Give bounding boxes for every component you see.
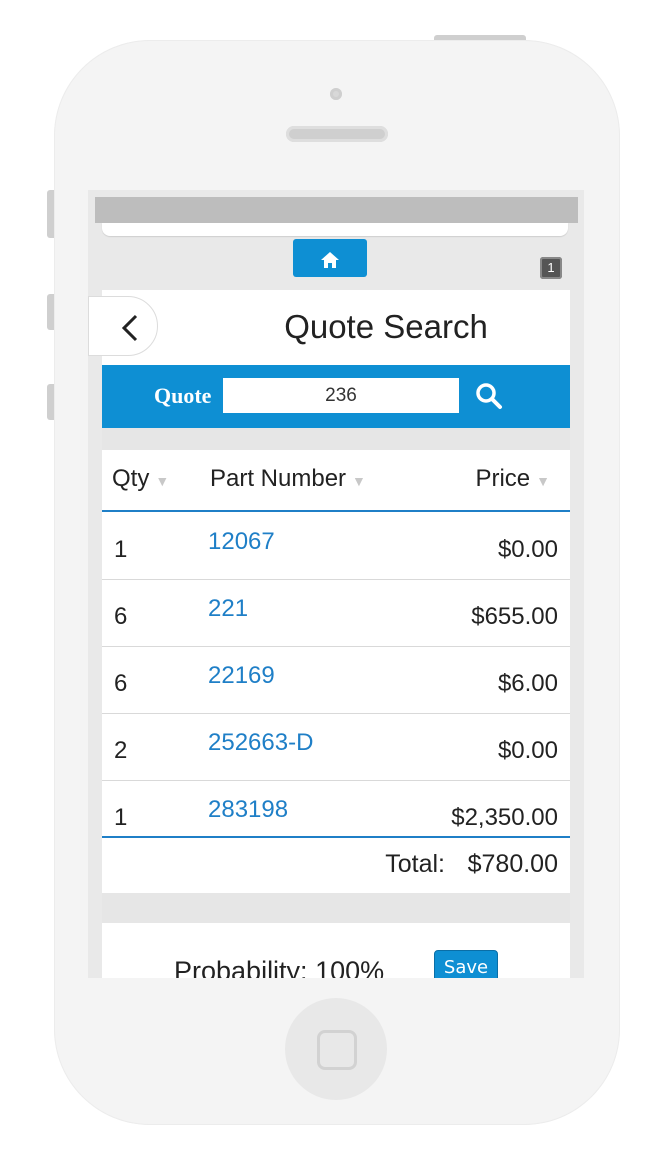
divider-band: [102, 428, 570, 450]
column-header-qty[interactable]: Qty ▼: [112, 465, 169, 493]
row-qty: 6: [114, 670, 128, 697]
phone-side-switch: [47, 190, 54, 238]
table-row: 6 22169 $6.00: [102, 646, 570, 714]
search-bar: Quote: [102, 365, 570, 428]
sort-caret-icon: ▼: [352, 473, 366, 489]
row-qty: 2: [114, 737, 128, 764]
row-part-link[interactable]: 221: [208, 595, 248, 623]
search-icon[interactable]: [474, 381, 504, 411]
table-row: 2 252663-D $0.00: [102, 713, 570, 781]
row-qty: 1: [114, 536, 128, 563]
phone-volume-up: [47, 294, 54, 330]
row-part-link[interactable]: 252663-D: [208, 729, 313, 757]
table-row: 1 12067 $0.00: [102, 512, 570, 580]
divider-band: [102, 893, 570, 923]
table-row: 6 221 $655.00: [102, 579, 570, 647]
phone-volume-down: [47, 384, 54, 420]
total-value: $780.00: [467, 850, 558, 878]
probability-value: 100%: [315, 956, 385, 978]
page-title: Quote Search: [284, 308, 488, 345]
column-header-label: Part Number: [210, 465, 347, 492]
table-header: Qty ▼ Part Number ▼ Price ▼: [102, 450, 570, 512]
table-row: 1 283198 $2,350.00: [102, 780, 570, 836]
column-header-part[interactable]: Part Number ▼: [210, 465, 366, 493]
row-price: $0.00: [497, 536, 558, 563]
row-qty: 6: [114, 603, 128, 630]
home-icon: [321, 251, 339, 268]
column-header-price[interactable]: Price ▼: [475, 465, 550, 493]
phone-camera: [330, 88, 342, 100]
row-price: $0.00: [497, 737, 558, 764]
row-price: $2,350.00: [451, 804, 558, 831]
search-label: Quote: [154, 383, 212, 408]
status-bar: [95, 197, 578, 223]
sort-caret-icon: ▼: [155, 473, 170, 489]
column-header-label: Price: [475, 465, 531, 492]
row-part-link[interactable]: 12067: [208, 528, 275, 556]
total-label: Total:: [385, 850, 445, 878]
total-row: Total: $780.00: [102, 836, 570, 895]
top-sheet: [102, 223, 568, 236]
row-price: $655.00: [471, 603, 558, 630]
probability-label: Probability:: [174, 956, 308, 978]
row-price: $6.00: [497, 670, 558, 697]
row-qty: 1: [114, 804, 128, 831]
home-tab-button[interactable]: [293, 239, 367, 277]
probability-row: Probability: 100%: [174, 956, 384, 978]
phone-screen: 1 Quote Search Quote Qty ▼ Part Number ▼: [88, 190, 584, 978]
phone-speaker: [286, 126, 388, 142]
home-button-square-icon: [317, 1030, 357, 1070]
sort-caret-icon: ▼: [536, 473, 550, 489]
search-input[interactable]: [223, 378, 459, 413]
phone-home-button[interactable]: [285, 998, 387, 1100]
row-part-link[interactable]: 22169: [208, 662, 275, 690]
column-header-label: Qty: [112, 465, 150, 492]
notification-badge[interactable]: 1: [540, 257, 562, 279]
quote-search-panel: Quote Search Quote Qty ▼ Part Number ▼ Pri…: [88, 290, 570, 978]
save-button[interactable]: Save: [434, 950, 498, 978]
row-part-link[interactable]: 283198: [208, 796, 288, 824]
